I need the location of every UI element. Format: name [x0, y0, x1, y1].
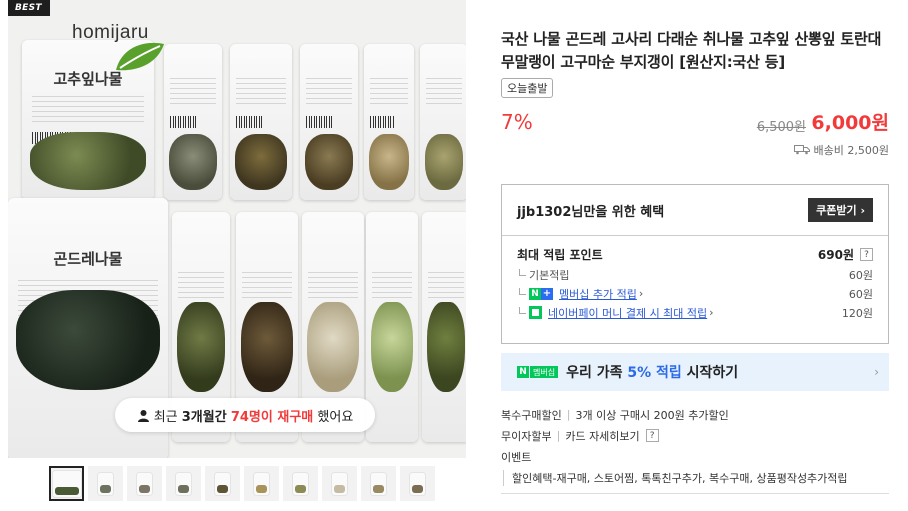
- chevron-right-icon: ›: [874, 365, 879, 379]
- npay-points-link[interactable]: 네이버페이 머니 결제 시 최대 적립: [548, 305, 707, 321]
- points-list: 최대 적립 포인트 690원 ? 기본적립 60원 N + 멤버십 추가 적립 ›…: [502, 236, 888, 322]
- extra-benefits: 복수구매할인 | 3개 이상 구매시 200원 추가할인 무이자할부 | 카드 자세…: [501, 404, 889, 494]
- thumbnail-strip: [49, 466, 435, 504]
- thumbnail-1[interactable]: [49, 466, 84, 501]
- coupon-button[interactable]: 쿠폰받기 ›: [808, 198, 873, 222]
- event-detail-row: 할인혜택-재구매, 스토어찜, 톡톡친구추가, 복수구매, 상품평작성추가적립: [501, 467, 889, 488]
- naver-plus-membership-icon: N +: [529, 287, 553, 300]
- person-icon: [137, 409, 149, 422]
- sale-price: 6,000원: [811, 112, 889, 134]
- price-row: 7% 6,500원 6,000원: [501, 106, 889, 146]
- today-shipping-tag: 오늘출발: [501, 78, 554, 98]
- thumbnail-4[interactable]: [166, 466, 201, 501]
- product-bag: [420, 44, 466, 200]
- product-gallery: BEST homijaru 고추잎나물 곤드레나물 최근 3개월간 74명이 재…: [8, 0, 466, 511]
- thumbnail-8[interactable]: [322, 466, 357, 501]
- multi-buy-discount-row: 복수구매할인 | 3개 이상 구매시 200원 추가할인: [501, 408, 729, 422]
- help-icon[interactable]: ?: [645, 429, 659, 442]
- product-info: 국산 나물 곤드레 고사리 다래순 취나물 고추잎 산뽕잎 토란대 무말랭이 고…: [501, 28, 889, 158]
- thumbnail-7[interactable]: [283, 466, 318, 501]
- benefit-title: jjb1302님만을 위한 혜택: [517, 204, 665, 220]
- leaf-logo-icon: [116, 42, 164, 71]
- original-price: 6,500원: [756, 120, 806, 135]
- thumbnail-5[interactable]: [205, 466, 240, 501]
- max-points-value: 690원: [817, 248, 854, 262]
- thumbnail-10[interactable]: [400, 466, 435, 501]
- benefit-box: jjb1302님만을 위한 혜택 쿠폰받기 › 최대 적립 포인트 690원 ?…: [501, 184, 889, 344]
- product-title: 국산 나물 곤드레 고사리 다래순 취나물 고추잎 산뽕잎 토란대 무말랭이 고…: [501, 30, 882, 71]
- divider: [501, 493, 889, 494]
- discount-rate: 7%: [501, 110, 533, 134]
- points-row-npay: 네이버페이 머니 결제 시 최대 적립 › 120원: [517, 303, 873, 322]
- event-label-row: 이벤트: [501, 450, 532, 464]
- points-row-basic: 기본적립 60원: [517, 265, 873, 284]
- thumbnail-9[interactable]: [361, 466, 396, 501]
- thumbnail-2[interactable]: [88, 466, 123, 501]
- product-bag: [366, 212, 418, 442]
- product-page: BEST homijaru 고추잎나물 곤드레나물 최근 3개월간 74명이 재…: [0, 0, 908, 511]
- thumbnail-6[interactable]: [244, 466, 279, 501]
- installment-row: 무이자할부 | 카드 자세히보기 ?: [501, 425, 889, 446]
- thumbnail-3[interactable]: [127, 466, 162, 501]
- membership-points-link[interactable]: 멤버십 추가 적립: [559, 286, 637, 302]
- naver-pay-icon: [529, 306, 542, 319]
- points-row-membership: N + 멤버십 추가 적립 › 60원: [517, 284, 873, 303]
- brand-logo: homijaru: [72, 22, 164, 71]
- product-bag: [300, 44, 358, 200]
- benefit-header: jjb1302님만을 위한 혜택 쿠폰받기 ›: [502, 185, 888, 236]
- product-bag: [422, 212, 466, 442]
- max-points-label: 최대 적립 포인트: [517, 248, 603, 262]
- product-bag: [230, 44, 292, 200]
- best-badge: BEST: [8, 0, 50, 16]
- help-icon[interactable]: ?: [860, 248, 873, 261]
- card-details-link[interactable]: 카드 자세히보기: [565, 428, 639, 444]
- membership-banner[interactable]: N 멤버십 우리 가족 5% 적립 시작하기 ›: [501, 353, 889, 391]
- repurchase-badge: 최근 3개월간 74명이 재구매 했어요: [115, 398, 375, 432]
- product-bag: [164, 44, 222, 200]
- max-points-row: 최대 적립 포인트 690원 ?: [517, 244, 873, 265]
- product-main-image[interactable]: BEST homijaru 고추잎나물 곤드레나물 최근 3개월간 74명이 재…: [8, 0, 466, 458]
- product-bag: [364, 44, 414, 200]
- naver-membership-icon: N 멤버십: [517, 366, 559, 378]
